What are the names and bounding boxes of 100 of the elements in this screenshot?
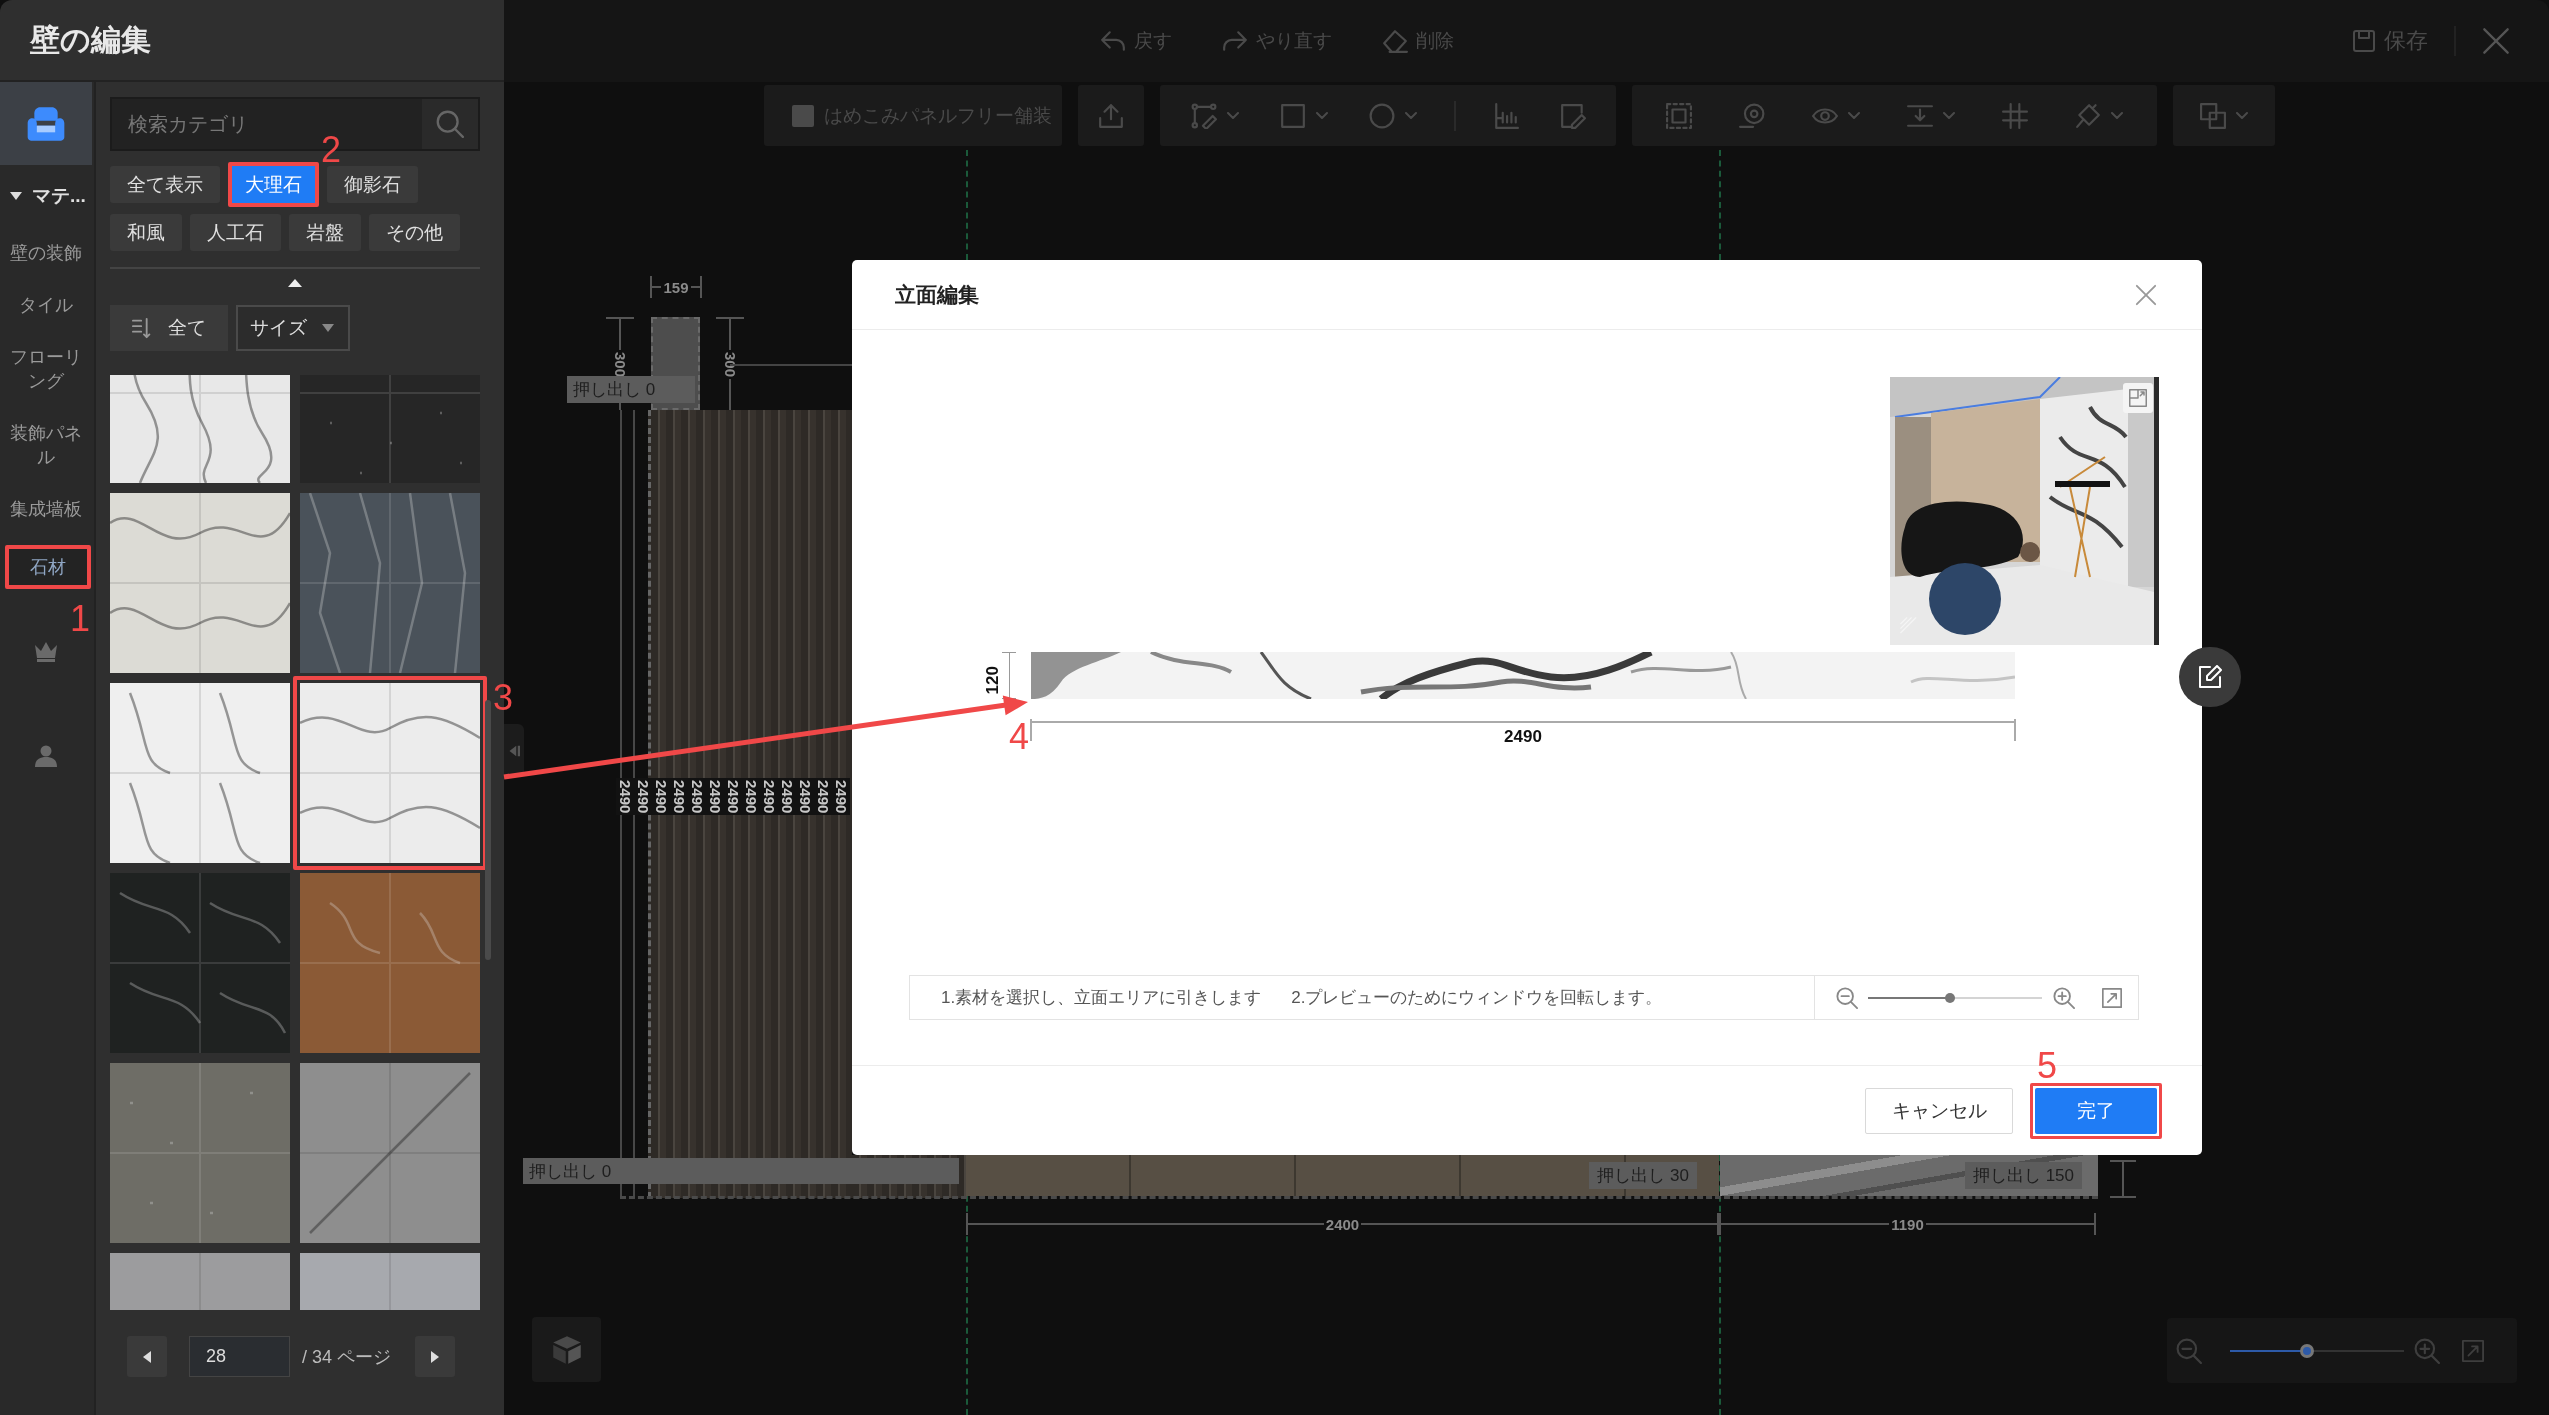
filter-tag[interactable]: 御影石 [327,166,418,203]
upload-icon [1098,102,1124,129]
dimension-label: 2490 [778,778,796,816]
dimension-label: 2490 [724,778,742,816]
dimension-label: 300 [721,351,739,379]
fit-screen-icon [2102,987,2122,1008]
caret-left-icon [143,1350,151,1363]
fit-screen-icon [2462,1339,2484,1362]
dimension-label: 2490 [706,778,724,816]
dimension-label: 159 [662,278,690,296]
close-button[interactable] [2135,283,2157,306]
zoom-in-button[interactable] [2414,1337,2440,1364]
edit-button[interactable] [2179,647,2241,707]
slider-thumb[interactable] [1944,992,1955,1003]
checkbox[interactable] [792,104,814,127]
caret-icon [1226,111,1239,120]
caret-up-icon [288,279,302,287]
edit-frame-icon [1559,102,1586,129]
size-dropdown[interactable]: サイズ [236,305,350,351]
undo-icon [1100,28,1126,54]
caret-icon [1404,111,1417,120]
expand-icon [2129,389,2147,407]
brush-icon [2075,102,2102,129]
sort-button[interactable]: 全て [110,305,228,351]
filter-tag[interactable]: 全て表示 [110,166,220,203]
zoom-out-button[interactable] [2176,1337,2202,1364]
dimension-label: 2490 [760,778,778,816]
3d-view-button[interactable] [532,1317,601,1382]
category-item[interactable]: フローリング [0,331,92,407]
edit-icon [2198,665,2222,689]
filter-tag[interactable]: 人工石 [190,214,281,251]
target-icon [1738,102,1765,129]
material-thumbnail[interactable] [110,1253,290,1310]
measure-icon [1492,102,1519,129]
previous-page-button[interactable] [127,1336,167,1377]
category-item[interactable]: 集成墙板 [0,483,92,535]
annotation-number: 4 [1009,719,1030,755]
extrusion-label: 押し出し 0 [523,1158,959,1184]
zoom-in-icon [2053,986,2075,1009]
category-item[interactable]: 装飾パネル [0,407,92,483]
close-button[interactable] [2482,27,2510,55]
hint-text: 1.素材を選択し、立面エリアに引きします [941,987,1262,1009]
caret-icon [1315,111,1328,120]
dimension-label: 2490 [796,778,814,816]
filter-tag[interactable]: その他 [369,214,460,251]
filter-tag[interactable]: 岩盤 [289,214,361,251]
caret-down-icon [322,324,334,332]
fit-view-button[interactable] [2102,987,2122,1008]
material-thumbnail[interactable] [110,375,290,483]
dimension-label: 1190 [1890,1215,1925,1233]
square-icon [1279,102,1306,129]
caret-icon [2236,111,2248,120]
filter-tag[interactable]: 和風 [110,214,182,251]
page-input[interactable]: 28 [189,1336,290,1377]
cube-icon [551,1334,582,1365]
crown-icon [34,640,58,664]
page-total: / 34 ページ [302,1345,393,1369]
extrusion-label: 押し出し 30 [1589,1162,1697,1189]
person-icon [34,744,58,768]
zoom-in-button[interactable] [2053,986,2075,1009]
dimension-label: 2490 [742,778,760,816]
material-thumbnail[interactable] [300,1253,480,1310]
frame-select-icon [1665,102,1692,129]
dimension-label: 2490 [688,778,706,816]
scrollbar[interactable] [485,700,491,960]
panel-title: 壁の編集 [30,21,151,58]
circle-icon [1368,102,1395,129]
category-item[interactable]: 石材 [9,549,87,585]
dimension-label: 2490 [832,778,850,816]
fit-view-button[interactable] [2462,1339,2484,1362]
zoom-out-button[interactable] [1836,986,1858,1009]
room-preview-drawing[interactable] [1890,377,2159,645]
dimension-label: 120 [984,666,1002,695]
category-item[interactable]: 壁の装飾 [0,227,92,279]
zoom-out-icon [1836,986,1858,1009]
dimension-label: 2400 [1324,1215,1361,1233]
category-item[interactable]: タイル [0,279,92,331]
filter-tag[interactable]: 大理石 [232,166,315,203]
zoom-in-icon [2414,1337,2440,1364]
annotation-number: 1 [70,601,91,637]
extrusion-label: 押し出し 150 [1964,1162,2082,1189]
cancel-button[interactable]: キャンセル [1865,1087,2013,1134]
eraser-icon [1382,28,1408,54]
material-thumbnail[interactable] [110,683,290,863]
dimension-label: 2490 [670,778,688,816]
sidebar-tab[interactable] [0,82,92,165]
marble-strip[interactable] [1031,652,2015,699]
collapse-button[interactable] [504,724,524,777]
dimension-label: 2490 [634,778,652,816]
pen-path-icon [1190,102,1217,129]
close-icon [2135,283,2157,306]
extrusion-label: 押し出し 0 [567,376,695,403]
caret-icon [1847,111,1860,120]
category-group[interactable]: マテ... [0,165,92,227]
next-page-button[interactable] [415,1336,455,1377]
expand-button[interactable] [2123,383,2153,413]
material-thumbnail[interactable] [300,1063,480,1243]
done-button[interactable]: 完了 [2035,1087,2157,1134]
material-thumbnail[interactable] [110,493,290,673]
slider-thumb[interactable] [2299,1343,2314,1358]
